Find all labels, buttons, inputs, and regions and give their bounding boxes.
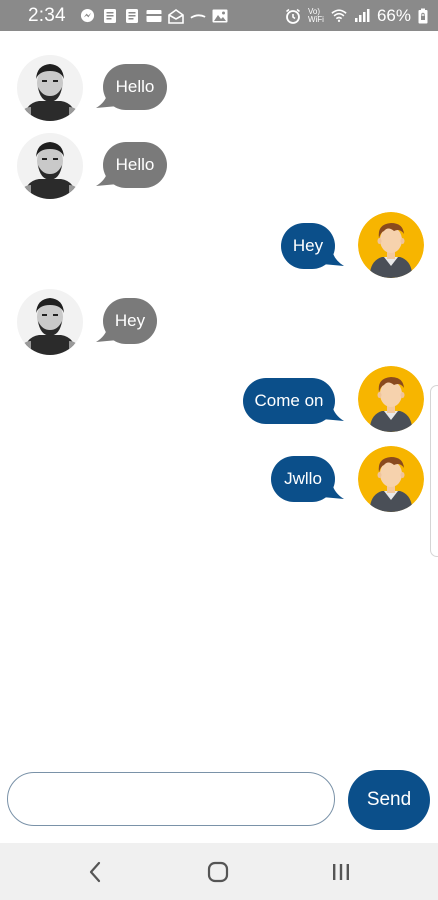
recents-icon[interactable] bbox=[296, 843, 386, 900]
bubble-tail bbox=[322, 483, 344, 499]
battery-percent: 66% bbox=[376, 5, 411, 25]
message-text: Hello bbox=[115, 77, 155, 96]
message-bubble[interactable]: Hello bbox=[103, 64, 167, 110]
document-icon bbox=[102, 8, 118, 24]
status-bar: 2:34 Vo) WiFi 66% bbox=[0, 0, 438, 31]
message-input[interactable] bbox=[7, 772, 335, 826]
message-text: Jwllo bbox=[284, 469, 322, 488]
cartoon-man-avatar[interactable] bbox=[358, 366, 424, 432]
signal-icon bbox=[354, 8, 370, 24]
chat-screen: 2:34 Vo) WiFi 66% Hello Hello Hey Hey Co… bbox=[0, 0, 438, 900]
man-photo-avatar[interactable] bbox=[17, 133, 83, 199]
bubble-tail bbox=[322, 250, 344, 266]
battery-locked-icon bbox=[418, 8, 428, 24]
message-text: Hello bbox=[115, 155, 155, 174]
cartoon-man-avatar[interactable] bbox=[358, 446, 424, 512]
mail-open-icon bbox=[167, 8, 184, 24]
volte-line2: WiFi bbox=[307, 14, 324, 24]
status-time: 2:34 bbox=[28, 4, 66, 26]
volte-icon: Vo) WiFi bbox=[307, 7, 324, 24]
man-photo-avatar[interactable] bbox=[17, 55, 83, 121]
send-button[interactable]: Send bbox=[348, 770, 430, 830]
messenger-icon bbox=[80, 8, 96, 24]
alarm-icon bbox=[285, 8, 301, 24]
message-bubble[interactable]: Hey bbox=[103, 298, 157, 344]
swipe-icon bbox=[190, 8, 206, 24]
back-chevron-icon[interactable] bbox=[50, 843, 140, 900]
man-photo-avatar[interactable] bbox=[17, 289, 83, 355]
home-icon[interactable] bbox=[173, 843, 263, 900]
card-icon bbox=[146, 8, 162, 24]
cartoon-man-avatar[interactable] bbox=[358, 212, 424, 278]
image-icon bbox=[212, 8, 228, 24]
bubble-tail bbox=[322, 405, 344, 421]
message-text: Hey bbox=[292, 236, 324, 255]
message-bubble[interactable]: Hello bbox=[103, 142, 167, 188]
message-text: Hey bbox=[114, 311, 146, 330]
message-text: Come on bbox=[254, 391, 324, 410]
navigation-bar bbox=[0, 843, 438, 900]
edge-panel-handle[interactable] bbox=[430, 385, 438, 557]
notification-icons bbox=[80, 8, 228, 24]
system-status-icons: Vo) WiFi 66% bbox=[285, 6, 428, 26]
document-icon bbox=[124, 8, 140, 24]
wifi-icon bbox=[331, 8, 347, 24]
